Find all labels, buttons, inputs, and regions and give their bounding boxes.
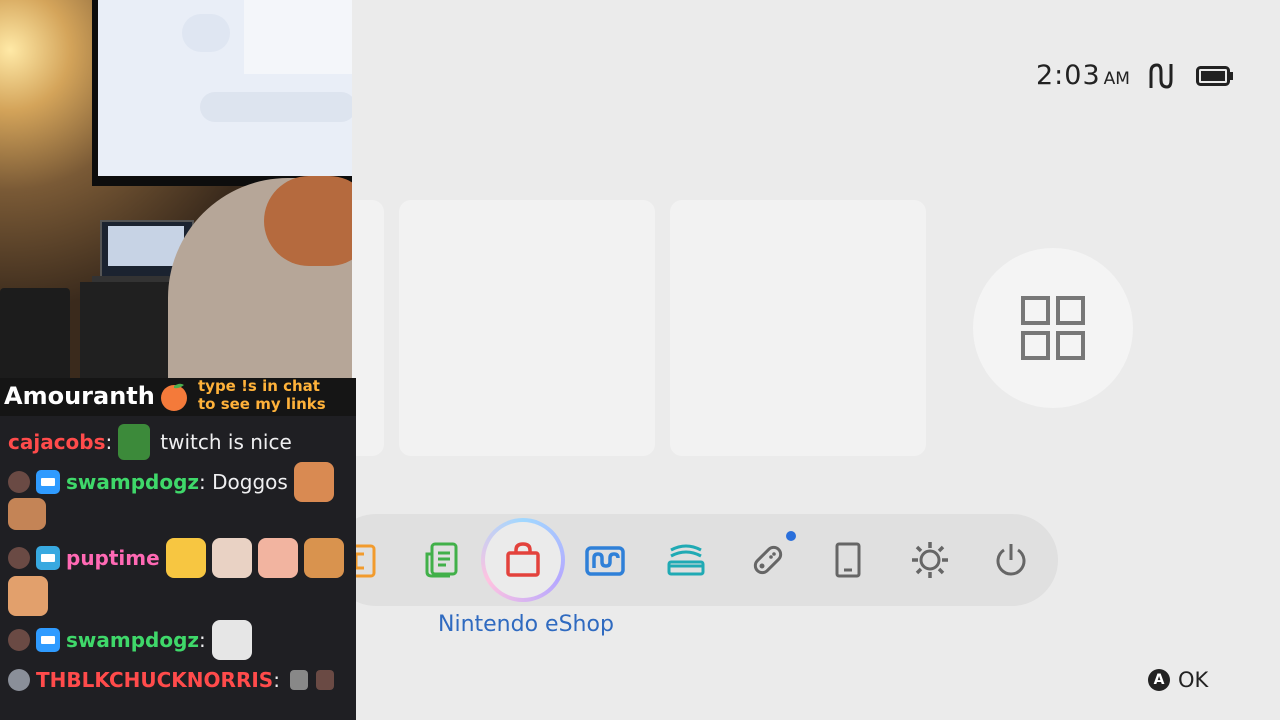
ok-label: OK — [1178, 668, 1209, 692]
chat-message: swampdogz: — [8, 620, 252, 660]
pug-emote-icon — [257, 538, 298, 578]
chat-message: swampdogz: Doggos — [8, 462, 334, 502]
small-emote-icon — [289, 670, 308, 690]
chat-message-continuation — [8, 498, 46, 530]
dog-emote-icon — [8, 498, 46, 530]
chat-text: Doggos — [212, 470, 288, 494]
power-button[interactable] — [983, 532, 1039, 588]
laptop-screen — [108, 226, 184, 266]
chat-username: swampdogz — [66, 628, 200, 652]
fox-emote-icon — [8, 576, 48, 616]
chat-panel: cajacobs: twitch is nice swampdogz: Dogg… — [0, 416, 356, 720]
notification-dot — [786, 531, 796, 541]
avatar-badge-icon — [8, 629, 30, 651]
pc-tower — [0, 288, 70, 388]
chat-message-continuation — [8, 576, 48, 616]
selected-item-label: Nintendo eShop — [438, 612, 614, 637]
webcam-feed — [0, 0, 352, 388]
avatar-badge-icon — [8, 471, 30, 493]
tv-grid-button — [182, 14, 230, 52]
promo-line-2: to see my links — [198, 395, 326, 413]
gear-icon — [912, 542, 948, 578]
avatar-badge-icon — [8, 547, 30, 569]
gallery-button[interactable] — [577, 532, 633, 588]
joycon-icon — [753, 545, 783, 575]
news-button[interactable] — [414, 532, 470, 588]
sleep-device-button[interactable] — [820, 532, 876, 588]
chat-message: puptime — [8, 538, 344, 578]
eshop-button[interactable] — [485, 522, 561, 598]
crown-emote-icon — [118, 424, 151, 460]
sub-badge-icon — [36, 546, 60, 570]
chat-username: puptime — [66, 546, 160, 570]
clock-ampm: AM — [1103, 69, 1130, 89]
clock: 2:03 AM — [1036, 60, 1130, 91]
connection-icon — [1149, 63, 1173, 89]
streamer-name: Amouranth — [4, 382, 155, 410]
chat-text: twitch is nice — [160, 430, 292, 454]
game-tile[interactable] — [399, 200, 655, 456]
peach-emoji-icon — [161, 383, 187, 411]
clock-time: 2:03 — [1036, 60, 1101, 91]
chat-username: THBLKCHUCKNORRIS — [36, 668, 274, 692]
bulldog-emote-icon — [211, 620, 252, 660]
controllers-button[interactable] — [658, 532, 714, 588]
game-tile[interactable] — [670, 200, 926, 456]
chat-promo: type !s in chat to see my links — [198, 377, 326, 413]
husky-emote-icon — [211, 538, 252, 578]
chat-message: cajacobs: twitch is nice — [8, 424, 292, 460]
controllers-icon — [667, 544, 705, 576]
all-software-button[interactable] — [973, 248, 1133, 408]
promo-line-1: type !s in chat — [198, 377, 320, 395]
pup-emote-icon — [165, 538, 206, 578]
joycon-button[interactable] — [740, 532, 796, 588]
corgi-emote-icon — [303, 538, 344, 578]
a-button-icon: A — [1148, 669, 1170, 691]
power-icon — [996, 544, 1026, 576]
small-emote-icon — [315, 670, 334, 690]
ok-hint[interactable]: A OK — [1148, 668, 1208, 692]
gallery-icon — [585, 546, 625, 576]
chat-username: cajacobs — [8, 430, 106, 454]
tv-dock — [200, 92, 352, 122]
news-icon — [425, 542, 458, 578]
avatar-badge-icon — [8, 669, 30, 691]
chat-username: swampdogz — [66, 470, 200, 494]
system-settings-button[interactable] — [902, 532, 958, 588]
chat-message: THBLKCHUCKNORRIS: — [8, 668, 334, 692]
person-hair — [264, 176, 352, 266]
battery-icon — [1196, 66, 1233, 86]
corgi-emote-icon — [293, 462, 334, 502]
shopping-bag-icon — [506, 542, 540, 577]
tablet-icon — [835, 542, 861, 578]
tv-tile — [244, 0, 352, 74]
grid-icon — [1021, 296, 1085, 360]
subscriber-badge-icon — [36, 470, 60, 494]
subscriber-badge-icon — [36, 628, 60, 652]
